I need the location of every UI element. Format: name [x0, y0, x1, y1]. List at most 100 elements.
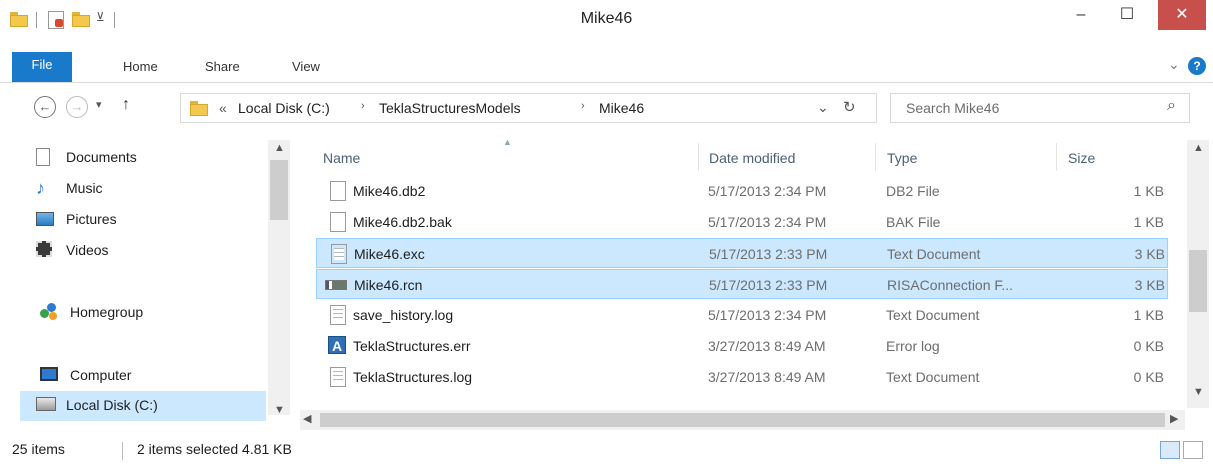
nav-scroll-down-icon[interactable]: ▼	[274, 404, 285, 416]
nav-scroll-up-icon[interactable]: ▲	[274, 142, 285, 154]
breadcrumb-mike46[interactable]: Mike46	[599, 100, 644, 116]
breadcrumb-chevron[interactable]: ›	[361, 100, 365, 112]
text-file-icon	[330, 305, 346, 325]
file-name: TeklaStructures.err	[353, 338, 471, 354]
file-size: 1 KB	[1133, 183, 1164, 199]
scroll-right-icon[interactable]: ▶	[1170, 412, 1178, 425]
maximize-button[interactable]: ☐	[1104, 0, 1150, 30]
tab-file[interactable]: File	[12, 52, 72, 82]
column-header-size[interactable]: Size	[1068, 150, 1095, 166]
file-size: 0 KB	[1133, 369, 1164, 385]
table-row[interactable]: Mike46.rcn 5/17/2013 2:33 PM RISAConnectio…	[316, 269, 1168, 299]
pictures-icon	[36, 212, 54, 226]
tekla-err-icon: A	[328, 336, 346, 354]
back-button[interactable]: ←	[34, 96, 56, 118]
forward-button[interactable]: →	[66, 96, 88, 118]
close-button[interactable]: ✕	[1158, 0, 1206, 30]
videos-icon	[36, 241, 52, 257]
tab-view[interactable]: View	[292, 59, 320, 74]
file-date: 5/17/2013 2:34 PM	[708, 183, 827, 199]
content-scroll-thumb[interactable]	[1189, 250, 1207, 312]
documents-icon	[36, 148, 50, 166]
computer-icon	[40, 367, 58, 381]
nav-item-computer[interactable]: Computer	[40, 363, 270, 389]
nav-label: Music	[66, 180, 103, 196]
search-box[interactable]: Search Mike46 ⌕	[890, 93, 1190, 123]
local-disk-icon	[36, 397, 56, 411]
file-type: Text Document	[887, 246, 981, 262]
breadcrumb-teklastructuresmodels[interactable]: TeklaStructuresModels	[379, 100, 521, 116]
item-count: 25 items	[12, 441, 65, 457]
file-size: 0 KB	[1133, 338, 1164, 354]
refresh-icon[interactable]: ↻	[843, 98, 856, 116]
file-size: 1 KB	[1133, 307, 1164, 323]
breadcrumb-chevron[interactable]: ›	[581, 100, 585, 112]
file-date: 3/27/2013 8:49 AM	[708, 338, 826, 354]
file-type: Text Document	[886, 307, 980, 323]
breadcrumb-local-disk[interactable]: Local Disk (C:)	[238, 100, 330, 116]
address-dropdown-icon[interactable]: ⌄	[817, 99, 829, 116]
nav-item-pictures[interactable]: Pictures	[36, 207, 266, 233]
nav-item-homegroup[interactable]: Homegroup	[40, 300, 270, 326]
tab-home[interactable]: Home	[123, 59, 158, 74]
file-name: TeklaStructures.log	[353, 369, 473, 385]
content-scroll-down-icon[interactable]: ▼	[1193, 386, 1204, 398]
text-file-icon	[330, 367, 346, 387]
help-icon[interactable]: ?	[1188, 57, 1206, 75]
column-header-date[interactable]: Date modified	[709, 150, 795, 166]
nav-item-local-disk[interactable]: Local Disk (C:)	[20, 391, 266, 421]
homegroup-icon	[40, 303, 58, 321]
file-type: DB2 File	[886, 183, 940, 199]
nav-scroll-thumb[interactable]	[270, 160, 288, 220]
file-type: RISAConnection F...	[887, 277, 1014, 293]
tab-share[interactable]: Share	[205, 59, 240, 74]
column-separator[interactable]	[698, 143, 699, 171]
nav-label: Documents	[66, 149, 137, 165]
table-row[interactable]: save_history.log 5/17/2013 2:34 PM Text Do…	[316, 300, 1168, 330]
column-separator[interactable]	[1056, 143, 1057, 171]
column-header-type[interactable]: Type	[887, 150, 917, 166]
sort-ascending-icon: ▲	[503, 137, 512, 147]
file-date: 5/17/2013 2:34 PM	[708, 307, 827, 323]
breadcrumb-overflow[interactable]: «	[219, 100, 227, 116]
horizontal-scroll-thumb[interactable]	[320, 413, 1165, 427]
nav-label: Homegroup	[70, 304, 144, 320]
status-bar: 25 items 2 items selected 4.81 KB	[0, 432, 1213, 471]
column-header-name[interactable]: Name	[323, 150, 360, 166]
nav-label: Computer	[70, 367, 132, 383]
expand-ribbon-icon[interactable]: ⌄	[1168, 56, 1180, 73]
file-name: Mike46.exc	[354, 246, 425, 262]
window-title: Mike46	[580, 10, 633, 27]
file-date: 5/17/2013 2:33 PM	[709, 277, 828, 293]
column-separator[interactable]	[875, 143, 876, 171]
ribbon: File Home Share View ⌄ ?	[0, 52, 1213, 83]
file-size: 1 KB	[1133, 214, 1164, 230]
file-type: BAK File	[886, 214, 941, 230]
recent-locations-icon[interactable]: ▾	[96, 98, 102, 111]
table-row[interactable]: A TeklaStructures.err 3/27/2013 8:49 AM Err…	[316, 331, 1168, 361]
search-icon[interactable]: ⌕	[1167, 97, 1176, 115]
nav-item-documents[interactable]: Documents	[36, 145, 266, 171]
content-scroll-up-icon[interactable]: ▲	[1193, 142, 1204, 154]
table-row[interactable]: Mike46.db2.bak 5/17/2013 2:34 PM BAK File 1…	[316, 207, 1168, 237]
file-name: Mike46.db2	[353, 183, 426, 199]
up-button[interactable]: ↑	[122, 96, 130, 114]
address-row: ← → ▾ ↑ « Local Disk (C:) › TeklaStructu…	[0, 90, 1213, 128]
search-input[interactable]: Search Mike46	[906, 100, 999, 116]
scroll-left-icon[interactable]: ◀	[303, 412, 311, 425]
risaconnection-file-icon	[325, 280, 347, 290]
file-date: 3/27/2013 8:49 AM	[708, 369, 826, 385]
nav-item-videos[interactable]: Videos	[36, 238, 266, 264]
title-bar: ⊻ Mike46 – ☐ ✕	[0, 0, 1213, 40]
large-icons-view-icon[interactable]	[1183, 441, 1203, 459]
nav-label: Local Disk (C:)	[66, 397, 158, 413]
nav-item-music[interactable]: ♪ Music	[36, 176, 266, 202]
address-bar[interactable]: « Local Disk (C:) › TeklaStructuresModel…	[180, 93, 877, 123]
folder-icon	[190, 101, 208, 116]
table-row[interactable]: TeklaStructures.log 3/27/2013 8:49 AM Text…	[316, 362, 1168, 392]
table-row[interactable]: Mike46.exc 5/17/2013 2:33 PM Text Document…	[316, 238, 1168, 268]
details-view-icon[interactable]	[1160, 441, 1180, 459]
table-row[interactable]: Mike46.db2 5/17/2013 2:34 PM DB2 File 1 KB	[316, 176, 1168, 206]
file-date: 5/17/2013 2:33 PM	[709, 246, 828, 262]
minimize-button[interactable]: –	[1058, 0, 1104, 30]
